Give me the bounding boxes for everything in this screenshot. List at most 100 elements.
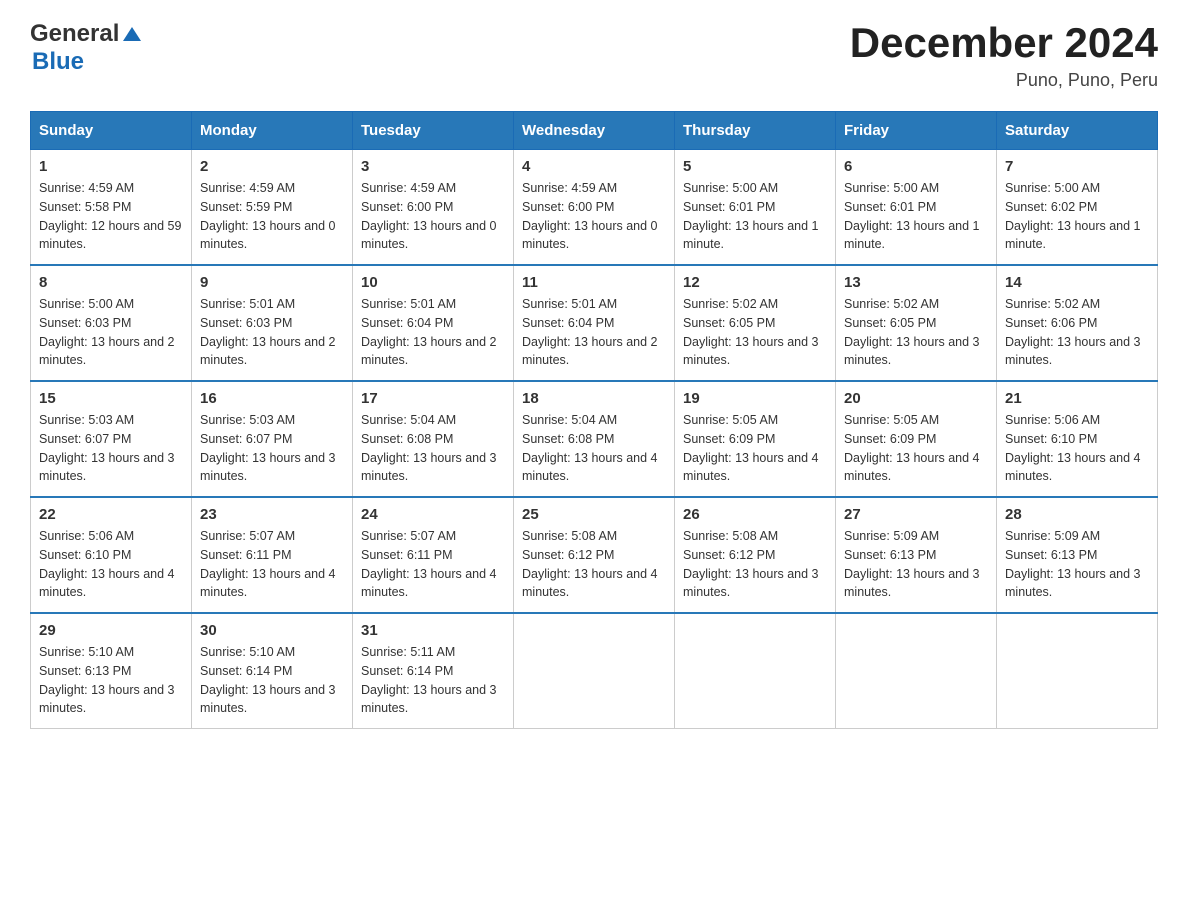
daylight-duration: Daylight: 13 hours and 3 minutes. [683,335,819,368]
daylight-duration: Daylight: 13 hours and 4 minutes. [200,567,336,600]
calendar-day-cell: 7 Sunrise: 5:00 AM Sunset: 6:02 PM Dayli… [997,150,1158,266]
daylight-duration: Daylight: 13 hours and 0 minutes. [361,219,497,252]
calendar-week-row: 15 Sunrise: 5:03 AM Sunset: 6:07 PM Dayl… [31,381,1158,497]
sunset-time: Sunset: 6:06 PM [1005,316,1097,330]
location-subtitle: Puno, Puno, Peru [850,70,1158,91]
day-info: Sunrise: 5:01 AM Sunset: 6:03 PM Dayligh… [200,295,344,370]
calendar-day-cell: 24 Sunrise: 5:07 AM Sunset: 6:11 PM Dayl… [353,497,514,613]
day-info: Sunrise: 4:59 AM Sunset: 5:59 PM Dayligh… [200,179,344,254]
calendar-day-cell: 15 Sunrise: 5:03 AM Sunset: 6:07 PM Dayl… [31,381,192,497]
daylight-duration: Daylight: 13 hours and 3 minutes. [200,683,336,716]
sunset-time: Sunset: 6:11 PM [200,548,292,562]
sunrise-time: Sunrise: 5:00 AM [844,181,939,195]
day-number: 30 [200,622,344,639]
logo-general-text: General [30,20,119,48]
day-number: 5 [683,158,827,175]
sunrise-time: Sunrise: 5:06 AM [1005,413,1100,427]
sunset-time: Sunset: 6:03 PM [39,316,131,330]
sunset-time: Sunset: 6:00 PM [522,200,614,214]
daylight-duration: Daylight: 13 hours and 4 minutes. [683,451,819,484]
sunset-time: Sunset: 6:02 PM [1005,200,1097,214]
day-number: 18 [522,390,666,407]
sunrise-time: Sunrise: 5:09 AM [1005,529,1100,543]
calendar-day-cell: 25 Sunrise: 5:08 AM Sunset: 6:12 PM Dayl… [514,497,675,613]
sunset-time: Sunset: 6:08 PM [361,432,453,446]
day-info: Sunrise: 5:07 AM Sunset: 6:11 PM Dayligh… [361,527,505,602]
sunset-time: Sunset: 5:58 PM [39,200,131,214]
calendar-day-cell: 16 Sunrise: 5:03 AM Sunset: 6:07 PM Dayl… [192,381,353,497]
sunrise-time: Sunrise: 5:04 AM [361,413,456,427]
day-info: Sunrise: 4:59 AM Sunset: 6:00 PM Dayligh… [361,179,505,254]
calendar-day-cell: 6 Sunrise: 5:00 AM Sunset: 6:01 PM Dayli… [836,150,997,266]
daylight-duration: Daylight: 13 hours and 4 minutes. [522,567,658,600]
day-number: 27 [844,506,988,523]
day-number: 3 [361,158,505,175]
calendar-day-cell: 12 Sunrise: 5:02 AM Sunset: 6:05 PM Dayl… [675,265,836,381]
calendar-day-cell: 20 Sunrise: 5:05 AM Sunset: 6:09 PM Dayl… [836,381,997,497]
day-info: Sunrise: 5:11 AM Sunset: 6:14 PM Dayligh… [361,643,505,718]
day-info: Sunrise: 5:00 AM Sunset: 6:01 PM Dayligh… [844,179,988,254]
day-of-week-header: Wednesday [514,112,675,150]
sunrise-time: Sunrise: 5:10 AM [39,645,134,659]
calendar-table: SundayMondayTuesdayWednesdayThursdayFrid… [30,111,1158,729]
sunrise-time: Sunrise: 5:01 AM [522,297,617,311]
sunset-time: Sunset: 6:13 PM [1005,548,1097,562]
sunrise-time: Sunrise: 5:07 AM [361,529,456,543]
calendar-day-cell: 18 Sunrise: 5:04 AM Sunset: 6:08 PM Dayl… [514,381,675,497]
day-number: 15 [39,390,183,407]
daylight-duration: Daylight: 13 hours and 2 minutes. [522,335,658,368]
day-info: Sunrise: 5:03 AM Sunset: 6:07 PM Dayligh… [200,411,344,486]
day-info: Sunrise: 5:02 AM Sunset: 6:05 PM Dayligh… [683,295,827,370]
calendar-week-row: 22 Sunrise: 5:06 AM Sunset: 6:10 PM Dayl… [31,497,1158,613]
sunrise-time: Sunrise: 5:01 AM [361,297,456,311]
sunrise-time: Sunrise: 5:11 AM [361,645,455,659]
day-info: Sunrise: 5:04 AM Sunset: 6:08 PM Dayligh… [522,411,666,486]
calendar-day-cell: 1 Sunrise: 4:59 AM Sunset: 5:58 PM Dayli… [31,150,192,266]
calendar-week-row: 29 Sunrise: 5:10 AM Sunset: 6:13 PM Dayl… [31,613,1158,729]
daylight-duration: Daylight: 13 hours and 3 minutes. [683,567,819,600]
page-header: General Blue December 2024 Puno, Puno, P… [30,20,1158,91]
day-number: 11 [522,274,666,291]
daylight-duration: Daylight: 13 hours and 3 minutes. [844,335,980,368]
sunset-time: Sunset: 6:00 PM [361,200,453,214]
sunset-time: Sunset: 6:05 PM [844,316,936,330]
sunrise-time: Sunrise: 5:07 AM [200,529,295,543]
day-number: 28 [1005,506,1149,523]
calendar-day-cell: 13 Sunrise: 5:02 AM Sunset: 6:05 PM Dayl… [836,265,997,381]
daylight-duration: Daylight: 13 hours and 3 minutes. [200,451,336,484]
calendar-day-cell: 22 Sunrise: 5:06 AM Sunset: 6:10 PM Dayl… [31,497,192,613]
sunrise-time: Sunrise: 5:05 AM [683,413,778,427]
sunrise-time: Sunrise: 4:59 AM [522,181,617,195]
calendar-day-cell: 10 Sunrise: 5:01 AM Sunset: 6:04 PM Dayl… [353,265,514,381]
daylight-duration: Daylight: 13 hours and 3 minutes. [361,683,497,716]
daylight-duration: Daylight: 13 hours and 2 minutes. [200,335,336,368]
sunrise-time: Sunrise: 5:03 AM [39,413,134,427]
sunrise-time: Sunrise: 5:00 AM [1005,181,1100,195]
day-of-week-header: Monday [192,112,353,150]
calendar-day-cell: 23 Sunrise: 5:07 AM Sunset: 6:11 PM Dayl… [192,497,353,613]
sunset-time: Sunset: 6:13 PM [844,548,936,562]
day-number: 19 [683,390,827,407]
daylight-duration: Daylight: 13 hours and 4 minutes. [39,567,175,600]
calendar-day-cell: 17 Sunrise: 5:04 AM Sunset: 6:08 PM Dayl… [353,381,514,497]
calendar-day-cell: 29 Sunrise: 5:10 AM Sunset: 6:13 PM Dayl… [31,613,192,729]
calendar-day-cell [514,613,675,729]
sunrise-time: Sunrise: 5:06 AM [39,529,134,543]
sunset-time: Sunset: 6:05 PM [683,316,775,330]
sunrise-time: Sunrise: 5:02 AM [683,297,778,311]
daylight-duration: Daylight: 13 hours and 3 minutes. [1005,335,1141,368]
sunset-time: Sunset: 6:12 PM [683,548,775,562]
sunset-time: Sunset: 6:01 PM [683,200,775,214]
daylight-duration: Daylight: 13 hours and 0 minutes. [200,219,336,252]
sunset-time: Sunset: 6:04 PM [522,316,614,330]
day-number: 1 [39,158,183,175]
day-info: Sunrise: 5:02 AM Sunset: 6:05 PM Dayligh… [844,295,988,370]
calendar-day-cell: 4 Sunrise: 4:59 AM Sunset: 6:00 PM Dayli… [514,150,675,266]
sunset-time: Sunset: 6:03 PM [200,316,292,330]
logo-blue-text: Blue [32,48,84,76]
day-info: Sunrise: 5:08 AM Sunset: 6:12 PM Dayligh… [522,527,666,602]
calendar-day-cell: 9 Sunrise: 5:01 AM Sunset: 6:03 PM Dayli… [192,265,353,381]
sunset-time: Sunset: 6:04 PM [361,316,453,330]
sunrise-time: Sunrise: 5:04 AM [522,413,617,427]
calendar-day-cell [675,613,836,729]
